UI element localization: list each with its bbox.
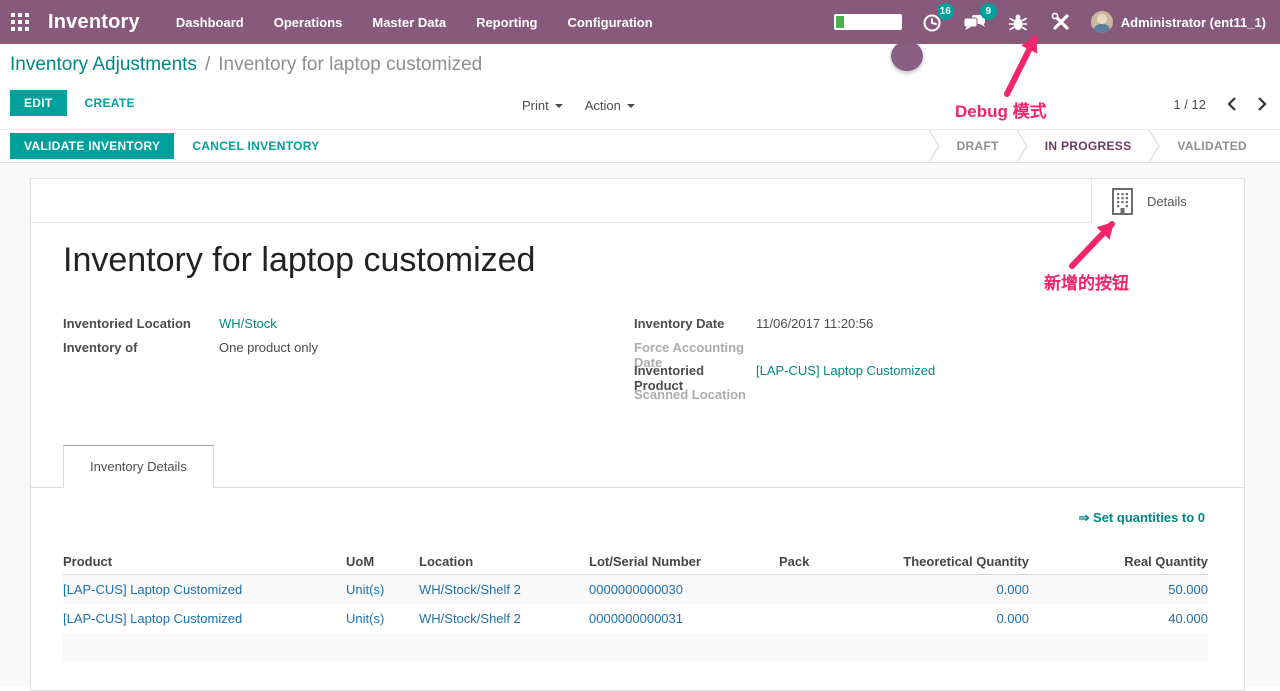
form-statusbar: VALIDATE INVENTORY CANCEL INVENTORY DRAF… [0,129,1280,163]
cell-location[interactable]: WH/Stock/Shelf 2 [419,611,589,626]
apps-menu-button[interactable] [0,0,40,44]
field-label-inventory-date: Inventory Date [634,316,756,331]
action-dropdown-label: Action [585,98,621,113]
cell-product[interactable]: [LAP-CUS] Laptop Customized [63,582,346,597]
status-validated[interactable]: VALIDATED [1160,139,1264,153]
control-panel: EDIT CREATE Print Action 1 / 12 [0,86,1280,129]
action-dropdown[interactable]: Action [585,98,635,113]
field-group: Inventoried Location WH/Stock Inventory … [63,316,1212,410]
annotation-debug-label: Debug 模式 [955,97,1047,122]
cell-location[interactable]: WH/Stock/Shelf 2 [419,582,589,597]
building-icon [1112,188,1133,215]
cell-uom[interactable]: Unit(s) [346,611,419,626]
user-menu[interactable]: Administrator (ent11_1) [1091,11,1266,33]
cell-real-qty[interactable]: 50.000 [1029,582,1208,597]
menu-operations[interactable]: Operations [274,15,343,30]
field-value-inventoried-product[interactable]: [LAP-CUS] Laptop Customized [756,363,935,378]
col-header-lot-serial[interactable]: Lot/Serial Number [589,554,779,569]
print-dropdown[interactable]: Print [522,98,563,113]
top-navbar: Inventory Dashboard Operations Master Da… [0,0,1280,44]
tools-icon [1051,12,1071,32]
col-header-real-qty[interactable]: Real Quantity [1029,554,1208,569]
menu-reporting[interactable]: Reporting [476,15,537,30]
apps-grid-icon [11,13,29,31]
breadcrumb: Inventory Adjustments / Inventory for la… [0,44,1280,86]
status-draft[interactable]: DRAFT [940,139,1016,153]
notebook-tabs: Inventory Details [31,445,1244,488]
user-name: Administrator (ent11_1) [1121,15,1266,30]
caret-down-icon [627,104,635,108]
print-dropdown-label: Print [522,98,549,113]
cancel-inventory-button[interactable]: CANCEL INVENTORY [192,139,319,153]
set-quantities-to-zero-link[interactable]: ⇒ Set quantities to 0 [1079,510,1205,526]
table-row[interactable]: [LAP-CUS] Laptop Customized Unit(s) WH/S… [63,575,1208,604]
chevron-right-icon [1257,96,1268,112]
cell-lot-serial[interactable]: 0000000000030 [589,582,779,597]
cell-product[interactable]: [LAP-CUS] Laptop Customized [63,611,346,626]
main-menu: Dashboard Operations Master Data Reporti… [176,15,653,30]
messages-button[interactable]: 9 [962,9,988,35]
record-title: Inventory for laptop customized [63,241,535,280]
cell-lot-serial[interactable]: 0000000000031 [589,611,779,626]
col-header-pack[interactable]: Pack [779,554,879,569]
pager-next-button[interactable] [1257,96,1268,112]
activities-button[interactable]: 16 [919,9,945,35]
user-avatar [1091,11,1113,33]
annotation-arrow-debug [993,24,1053,98]
activities-badge: 16 [937,3,954,20]
status-in-progress[interactable]: IN PROGRESS [1028,139,1149,153]
table-header-row: Product UoM Location Lot/Serial Number P… [63,548,1208,575]
usage-progress-fill [836,16,844,28]
caret-down-icon [555,104,563,108]
breadcrumb-separator: / [205,54,210,76]
breadcrumb-parent-link[interactable]: Inventory Adjustments [10,54,197,76]
field-label-scanned-location: Scanned Location [634,387,756,402]
chevron-left-icon [1226,96,1237,112]
status-pipeline: DRAFT IN PROGRESS VALIDATED [928,130,1280,162]
usage-progressbar [834,14,902,30]
pager-value: 1 / 12 [1173,97,1206,112]
col-header-location[interactable]: Location [419,554,589,569]
menu-configuration[interactable]: Configuration [567,15,652,30]
field-label-inventoried-location: Inventoried Location [63,316,219,331]
annotation-arrow-new-button [1058,212,1128,274]
pager-previous-button[interactable] [1226,96,1237,112]
field-value-inventory-date: 11/06/2017 11:20:56 [756,316,873,331]
cell-uom[interactable]: Unit(s) [346,582,419,597]
col-header-product[interactable]: Product [63,554,346,569]
col-header-theoretical-qty[interactable]: Theoretical Quantity [879,554,1029,569]
menu-dashboard[interactable]: Dashboard [176,15,244,30]
table-row[interactable]: [LAP-CUS] Laptop Customized Unit(s) WH/S… [63,604,1208,633]
tab-inventory-details[interactable]: Inventory Details [63,445,214,488]
status-separator-icon [928,130,940,162]
annotation-dot [891,41,923,71]
status-separator-icon [1016,130,1028,162]
cell-theoretical-qty[interactable]: 0.000 [879,611,1029,626]
table-empty-row[interactable] [63,633,1208,662]
cell-theoretical-qty[interactable]: 0.000 [879,582,1029,597]
status-separator-icon [1148,130,1160,162]
breadcrumb-current: Inventory for laptop customized [218,54,482,76]
field-value-inventory-of: One product only [219,340,318,355]
messages-badge: 9 [980,3,997,20]
details-button-label: Details [1147,194,1187,209]
create-button[interactable]: CREATE [85,96,135,110]
inventory-lines-table: Product UoM Location Lot/Serial Number P… [63,548,1208,662]
edit-button[interactable]: EDIT [10,90,67,116]
app-title[interactable]: Inventory [48,11,140,34]
field-value-inventoried-location[interactable]: WH/Stock [219,316,277,331]
field-label-inventory-of: Inventory of [63,340,219,355]
col-header-uom[interactable]: UoM [346,554,419,569]
validate-inventory-button[interactable]: VALIDATE INVENTORY [10,133,174,159]
cell-real-qty[interactable]: 40.000 [1029,611,1208,626]
menu-master-data[interactable]: Master Data [372,15,446,30]
